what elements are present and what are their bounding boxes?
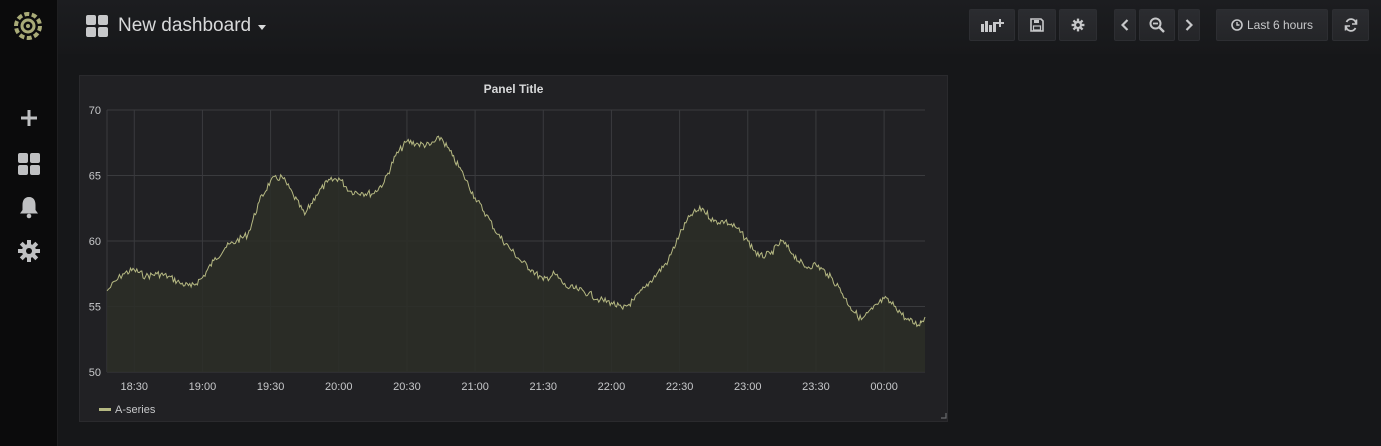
save-icon: [1030, 18, 1044, 32]
clock-icon: [1231, 19, 1243, 31]
refresh-button[interactable]: [1332, 9, 1369, 41]
chevron-left-icon: [1121, 19, 1129, 31]
panel-title[interactable]: Panel Title: [79, 82, 948, 96]
caret-down-icon: [258, 25, 267, 30]
time-range-picker-button[interactable]: Last 6 hours: [1216, 9, 1328, 41]
dashboard-settings-button[interactable]: [1059, 9, 1097, 41]
time-shift-forward-button[interactable]: [1178, 9, 1200, 41]
add-panel-button[interactable]: [969, 9, 1015, 41]
create-plus-icon[interactable]: [14, 103, 44, 133]
add-panel-icon: [979, 17, 1005, 33]
refresh-icon: [1344, 18, 1358, 32]
gear-icon: [1071, 18, 1085, 32]
gear-icon[interactable]: [14, 236, 44, 266]
dashboard-grid-icon: [86, 15, 108, 37]
chevron-right-icon: [1185, 19, 1193, 31]
save-dashboard-button[interactable]: [1018, 9, 1056, 41]
zoom-out-icon: [1149, 17, 1165, 33]
sidebar: [0, 0, 58, 446]
zoom-out-button[interactable]: [1139, 9, 1175, 41]
time-shift-back-button[interactable]: [1114, 9, 1136, 41]
dashboards-grid-icon[interactable]: [14, 149, 44, 179]
grafana-logo-icon[interactable]: [11, 9, 45, 43]
dashboard-title: New dashboard: [118, 15, 252, 36]
time-range-label: Last 6 hours: [1246, 18, 1314, 32]
dashboard-title-picker[interactable]: New dashboard: [86, 12, 267, 40]
bell-icon[interactable]: [14, 192, 44, 222]
graph-panel[interactable]: [79, 75, 948, 422]
